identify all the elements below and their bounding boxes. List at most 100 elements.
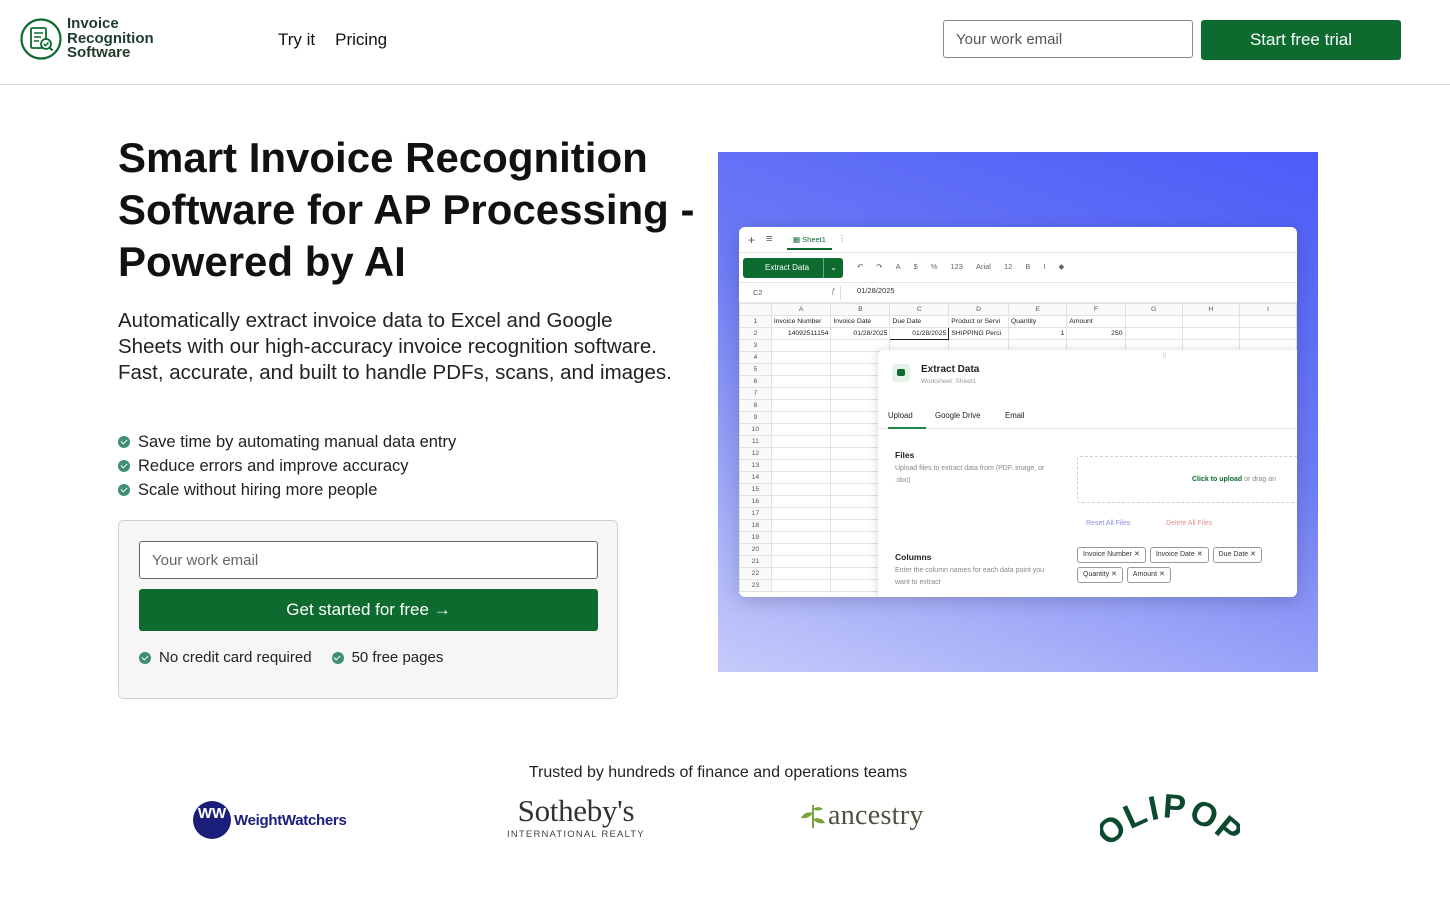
sheet-cell	[770, 375, 832, 388]
function-icon: ƒ	[831, 286, 836, 295]
benefit-item: Save time by automating manual data entr…	[118, 430, 456, 454]
column-chip: Due Date ✕	[1212, 547, 1262, 563]
sheet-cell: B	[830, 303, 891, 316]
invoice-logo-icon	[20, 18, 62, 60]
column-chip: Invoice Date ✕	[1149, 547, 1209, 563]
columns-description: Enter the column names for each data poi…	[895, 567, 1045, 586]
row-number: 19	[739, 531, 772, 544]
drag-handle-icon: ⠿	[1162, 353, 1168, 360]
sheet-toolbar: Extract Data ⌄ ↶ ↷ A $ % 123 Arial 12 B …	[739, 253, 1297, 283]
font-select: Arial	[975, 262, 991, 271]
benefit-text: Scale without hiring more people	[138, 481, 378, 499]
note-free-pages: 50 free pages	[331, 649, 444, 666]
sheet-cell: 14092511154	[770, 327, 832, 340]
hero-title: Smart Invoice Recognition Software for A…	[118, 134, 695, 285]
site-header: Invoice Recognition Software Try it Pric…	[0, 0, 1450, 85]
columns-label: Columns	[895, 552, 932, 562]
row-number: 23	[739, 579, 772, 592]
spreadsheet-mockup: + ≡ ▦ Sheet1 ⋮ Extract Data ⌄ ↶ ↷ A $ % …	[739, 227, 1297, 597]
sheet-cell: F	[1066, 303, 1126, 316]
row-number: 21	[739, 555, 772, 568]
olipop-logo: OLIPOP	[1100, 790, 1240, 850]
signup-notes: No credit card required 50 free pages	[139, 649, 443, 666]
sheet-cell	[770, 567, 832, 580]
nav-pricing[interactable]: Pricing	[335, 30, 387, 50]
sheet-cell	[770, 447, 832, 460]
sheet-cell: H	[1181, 303, 1240, 316]
row-number: 18	[739, 519, 772, 532]
sheet-cell	[1124, 315, 1183, 328]
check-icon	[331, 651, 344, 664]
ancestry-logo: ancestry	[798, 800, 924, 832]
header-email-input[interactable]	[943, 20, 1193, 58]
font-size-select: 12	[1003, 262, 1013, 271]
chip-label: Invoice Date	[1155, 551, 1195, 558]
ww-mark-text: WW	[197, 805, 227, 822]
sheet-cell	[770, 423, 832, 436]
sheet-cell: Product or Servi	[948, 315, 1009, 328]
row-number: 3	[739, 339, 772, 352]
column-chip: Quantity ✕	[1077, 567, 1123, 583]
formatting-tools: ↶ ↷ A $ % 123 Arial 12 B I ◆	[857, 262, 1064, 271]
sheet-cell	[770, 363, 832, 376]
row-number: 16	[739, 495, 772, 508]
row-number: 5	[739, 363, 772, 376]
tab-upload: Upload	[888, 407, 926, 429]
row-number: 6	[739, 375, 772, 388]
sheet-cell: Invoice Date	[830, 315, 891, 328]
benefit-list: Save time by automating manual data entr…	[118, 430, 456, 502]
panel-title: Extract Data	[921, 364, 980, 375]
chip-label: Amount	[1132, 571, 1158, 578]
add-sheet-icon: +	[748, 233, 756, 247]
svg-text:OLIPOP: OLIPOP	[1100, 790, 1240, 850]
sheet-cell	[770, 339, 832, 352]
brand-logo[interactable]: Invoice Recognition Software	[20, 16, 154, 61]
row-number: 15	[739, 483, 772, 496]
sheet-cell	[1238, 327, 1297, 340]
sheet-row: 2 14092511154 01/28/2025 01/28/2025 SHIPPING…	[739, 327, 1297, 340]
sheet-tab-bar: + ≡ ▦ Sheet1 ⋮	[739, 227, 1297, 253]
start-free-trial-button[interactable]: Start free trial	[1201, 20, 1401, 60]
row-number: 14	[739, 471, 772, 484]
bold-icon: B	[1025, 262, 1031, 271]
sheet-cell	[770, 471, 832, 484]
sheet-cell: Quantity	[1007, 315, 1068, 328]
brand-name-line3: Software	[67, 44, 131, 61]
sothebys-subtitle: INTERNATIONAL REALTY	[507, 829, 645, 840]
fill-color-icon: ◆	[1058, 262, 1065, 271]
redo-icon: ↷	[876, 262, 883, 271]
sheet-cell	[770, 531, 832, 544]
sothebys-wordmark: Sotheby's	[517, 793, 635, 828]
sheet-cell	[770, 555, 832, 568]
check-icon	[118, 460, 130, 472]
row-number: 1	[739, 315, 772, 328]
panel-tabs: Upload Google Drive Email	[878, 407, 1297, 429]
column-chips: Invoice Number ✕ Invoice Date ✕ Due Date…	[1077, 547, 1297, 583]
row-number	[739, 303, 772, 316]
chevron-down-icon: ⌄	[823, 258, 843, 278]
reset-files-link: Reset All Files	[1086, 520, 1131, 527]
row-number: 12	[739, 447, 772, 460]
check-icon	[118, 436, 130, 448]
sheet-cell: 250	[1066, 327, 1126, 340]
note-text: 50 free pages	[351, 649, 444, 666]
sheet-cell: A	[770, 303, 832, 316]
ww-wordmark: WeightWatchers	[234, 811, 347, 829]
benefit-item: Reduce errors and improve accuracy	[118, 454, 456, 478]
row-number: 13	[739, 459, 772, 472]
column-chip: Invoice Number ✕	[1077, 547, 1146, 563]
sheet-list-icon: ≡	[766, 233, 773, 245]
row-number: 9	[739, 411, 772, 424]
sheet-row: 1 Invoice Number Invoice Date Due Date Produ…	[739, 315, 1297, 328]
sheet-cell	[770, 459, 832, 472]
signup-email-input[interactable]	[139, 541, 598, 579]
tab-google-drive: Google Drive	[935, 411, 981, 420]
formula-value: 01/28/2025	[857, 286, 895, 295]
hero-subtitle: Automatically extract invoice data to Ex…	[118, 309, 672, 384]
sheet-tab: ▦ Sheet1	[787, 232, 832, 250]
text-color-icon: A	[895, 262, 901, 271]
row-number: 11	[739, 435, 772, 448]
get-started-button[interactable]: Get started for free →	[139, 589, 598, 631]
nav-try-it[interactable]: Try it	[278, 30, 315, 50]
robot-icon	[892, 364, 910, 382]
